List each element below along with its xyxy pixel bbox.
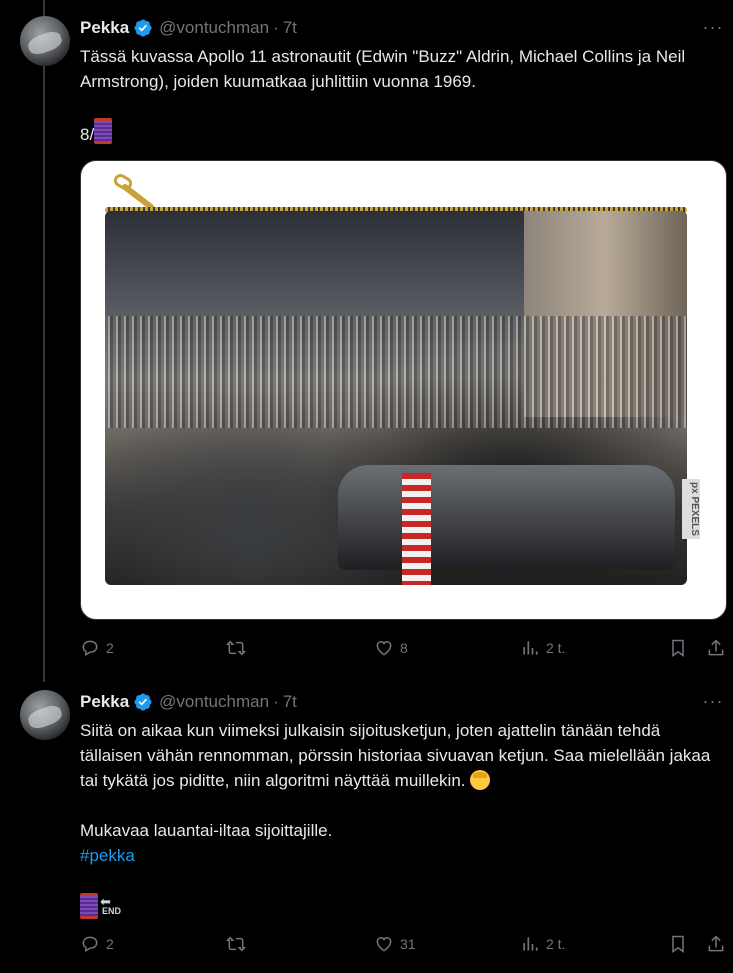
zipper-pull-icon	[113, 174, 154, 209]
verified-badge-icon	[134, 19, 152, 37]
thread-number: 8/	[80, 125, 95, 144]
tweet-header: Pekka @vontuchman · 7t	[80, 690, 297, 714]
end-label: END	[102, 905, 122, 916]
tweet-hashtag-line: #pekka	[80, 843, 725, 868]
user-handle[interactable]: @vontuchman	[159, 18, 269, 38]
separator-dot: ·	[273, 18, 279, 37]
thread-spool-emoji-icon	[80, 893, 98, 919]
bookmark-button[interactable]	[668, 934, 688, 954]
share-icon	[708, 639, 724, 656]
views-icon	[523, 937, 538, 951]
share-button[interactable]	[706, 638, 726, 658]
bookmark-button[interactable]	[668, 638, 688, 658]
tweet-actions: 2 31 2 t.	[80, 934, 733, 958]
reply-icon	[82, 936, 98, 952]
share-icon	[708, 935, 724, 952]
like-count: 8	[400, 640, 408, 656]
reply-button[interactable]: 2	[80, 934, 114, 954]
like-icon	[376, 641, 392, 656]
end-arrow-icon: ⬅ END	[100, 893, 122, 916]
retweet-icon	[226, 936, 246, 952]
reply-icon	[82, 640, 98, 656]
reply-count: 2	[106, 936, 114, 952]
like-icon	[376, 937, 392, 952]
thread-marker: 8/	[80, 118, 725, 147]
tweet-text-2: Mukavaa lauantai-iltaa sijoittajille.	[80, 818, 725, 843]
avatar[interactable]	[20, 690, 70, 740]
timestamp[interactable]: 7t	[283, 692, 297, 712]
retweet-icon	[226, 640, 246, 656]
thread-spool-emoji-icon	[94, 118, 113, 144]
end-emoji-row: ⬅ END	[80, 893, 121, 919]
timestamp[interactable]: 7t	[283, 18, 297, 38]
share-button[interactable]	[706, 934, 726, 954]
views-button[interactable]: 2 t.	[520, 934, 565, 954]
hashtag-link[interactable]: #pekka	[80, 846, 135, 865]
tweet-text: Siitä on aikaa kun viimeksi julkaisin si…	[80, 718, 725, 793]
like-count: 31	[400, 936, 416, 952]
avatar[interactable]	[20, 16, 70, 66]
thread-connector-line	[43, 0, 45, 682]
tweet-body: Siitä on aikaa kun viimeksi julkaisin si…	[80, 721, 716, 790]
user-handle[interactable]: @vontuchman	[159, 692, 269, 712]
saluting-face-emoji-icon	[469, 770, 490, 790]
tweet-text: Tässä kuvassa Apollo 11 astronautit (Edw…	[80, 44, 725, 94]
bookmark-icon	[672, 935, 684, 953]
bookmark-icon	[672, 639, 684, 657]
reply-button[interactable]: 2	[80, 638, 114, 658]
like-button[interactable]: 31	[374, 934, 416, 954]
display-name[interactable]: Pekka	[80, 692, 129, 712]
pexels-watermark: px PEXELS	[682, 479, 700, 539]
tweet-greeting: Mukavaa lauantai-iltaa sijoittajille.	[80, 821, 333, 840]
views-icon	[523, 641, 538, 655]
tweet-image-card[interactable]: px PEXELS	[80, 160, 727, 620]
retweet-button[interactable]	[226, 934, 252, 954]
more-icon[interactable]: ···	[701, 692, 725, 714]
views-button[interactable]: 2 t.	[520, 638, 565, 658]
apollo-parade-photo[interactable]	[105, 211, 687, 585]
separator-dot: ·	[273, 692, 279, 711]
us-flag	[401, 472, 431, 585]
reply-count: 2	[106, 640, 114, 656]
tweet-body: Tässä kuvassa Apollo 11 astronautit (Edw…	[80, 47, 689, 91]
tweet-actions: 2 8 2 t.	[80, 638, 733, 662]
views-count: 2 t.	[546, 936, 566, 952]
retweet-button[interactable]	[226, 638, 252, 658]
display-name[interactable]: Pekka	[80, 18, 129, 38]
verified-badge-icon	[134, 693, 152, 711]
tweet-header: Pekka @vontuchman · 7t	[80, 16, 297, 40]
like-button[interactable]: 8	[374, 638, 408, 658]
views-count: 2 t.	[546, 640, 566, 656]
more-icon[interactable]: ···	[701, 18, 725, 40]
